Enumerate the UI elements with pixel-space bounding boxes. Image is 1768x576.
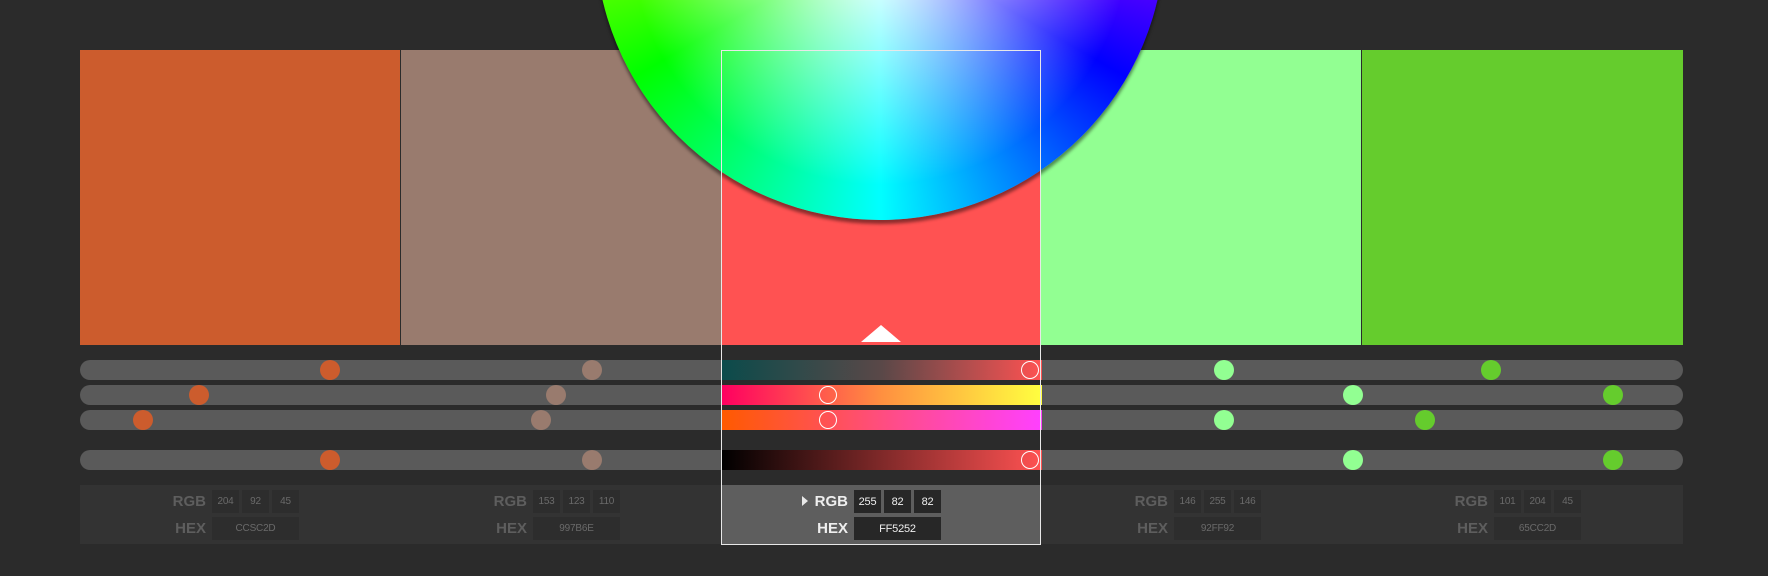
red-value-field[interactable]: 101 [1494,490,1521,513]
green-value-field[interactable]: 123 [563,490,590,513]
blue-value-field[interactable]: 45 [272,490,299,513]
red-value-field[interactable]: 153 [533,490,560,513]
green-value-field[interactable]: 204 [1524,490,1551,513]
rgb-label: RGB [814,493,848,510]
slider-knob[interactable] [189,385,209,405]
slider-knob[interactable] [1603,385,1623,405]
green-value-field[interactable]: 255 [1204,490,1231,513]
slider-gradient-2[interactable] [722,385,1042,405]
blue-value-field[interactable]: 82 [914,490,941,513]
slider-gradient-3[interactable] [722,410,1042,430]
slider-knob-selected[interactable] [1021,361,1039,379]
blue-value-field[interactable]: 110 [593,490,620,513]
slider-knob[interactable] [531,410,551,430]
green-value-field[interactable]: 82 [884,490,911,513]
triangle-pointer-icon [861,325,901,342]
rgb-label: RGB [1134,493,1168,510]
slider-knob[interactable] [582,360,602,380]
swatch-5[interactable] [1362,50,1683,345]
slider-knob[interactable] [582,450,602,470]
swatch-1[interactable] [80,50,400,345]
slider-knob[interactable] [1343,385,1363,405]
red-value-field[interactable]: 255 [854,490,881,513]
rgb-label: RGB [1454,493,1488,510]
green-value-field[interactable]: 92 [242,490,269,513]
slider-knob[interactable] [320,360,340,380]
hex-label: HEX [1137,520,1168,537]
hex-value-field[interactable]: CCSC2D [212,517,299,540]
slider-knob[interactable] [320,450,340,470]
hex-label: HEX [496,520,527,537]
slider-knob-selected[interactable] [1021,451,1039,469]
hex-label: HEX [817,520,848,537]
hex-label: HEX [1457,520,1488,537]
hex-value-field[interactable]: 997B6E [533,517,620,540]
slider-gradient-1[interactable] [722,360,1042,380]
hex-value-field[interactable]: 65CC2D [1494,517,1581,540]
slider-knob[interactable] [133,410,153,430]
blue-value-field[interactable]: 146 [1234,490,1261,513]
red-value-field[interactable]: 204 [212,490,239,513]
hex-value-field[interactable]: 92FF92 [1174,517,1261,540]
slider-gradient-4[interactable] [722,450,1042,470]
slider-knob[interactable] [1415,410,1435,430]
slider-knob[interactable] [1214,360,1234,380]
slider-knob-selected[interactable] [819,386,837,404]
slider-knob[interactable] [1214,410,1234,430]
rgb-label: RGB [493,493,527,510]
slider-knob[interactable] [546,385,566,405]
hex-value-field[interactable]: FF5252 [854,517,941,540]
blue-value-field[interactable]: 45 [1554,490,1581,513]
red-value-field[interactable]: 146 [1174,490,1201,513]
slider-knob[interactable] [1481,360,1501,380]
slider-knob-selected[interactable] [819,411,837,429]
hex-label: HEX [175,520,206,537]
slider-knob[interactable] [1603,450,1623,470]
slider-knob[interactable] [1343,450,1363,470]
rgb-label: RGB [172,493,206,510]
